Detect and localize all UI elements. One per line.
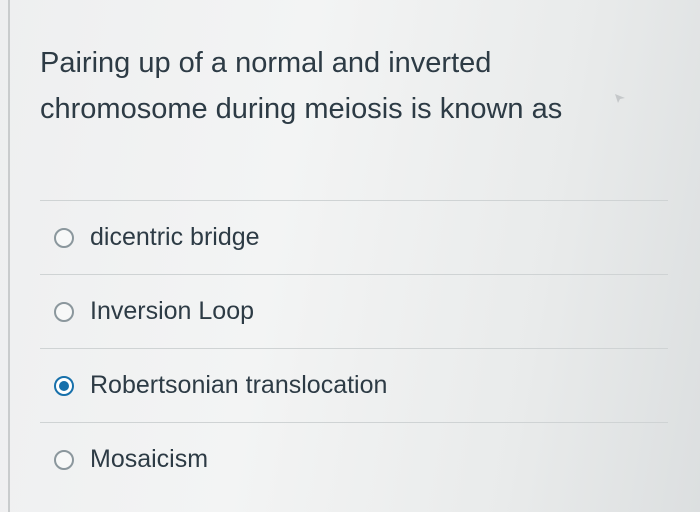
radio-button-selected[interactable] <box>54 375 74 396</box>
question-text: Pairing up of a normal and inverted chro… <box>40 40 620 132</box>
answer-label[interactable]: dicentric bridge <box>90 223 260 252</box>
answer-label[interactable]: Robertsonian translocation <box>90 371 387 400</box>
answer-option-dicentric-bridge[interactable]: dicentric bridge <box>40 201 668 274</box>
radio-button[interactable] <box>54 301 74 322</box>
cursor-pointer-icon <box>615 94 625 103</box>
answer-option-robertsonian-translocation[interactable]: Robertsonian translocation <box>40 349 668 422</box>
answer-label[interactable]: Mosaicism <box>90 445 208 474</box>
radio-button[interactable] <box>54 449 74 470</box>
answer-option-mosaicism[interactable]: Mosaicism <box>40 423 668 496</box>
question-line-1: Pairing up of a normal and inverted <box>40 47 492 79</box>
answer-list: dicentric bridge Inversion Loop Robertso… <box>40 200 668 496</box>
answer-label[interactable]: Inversion Loop <box>90 297 254 326</box>
question-line-2: chromosome during meiosis is known as <box>40 93 563 125</box>
quiz-question-page: Pairing up of a normal and inverted chro… <box>0 0 700 512</box>
answer-option-inversion-loop[interactable]: Inversion Loop <box>40 275 668 348</box>
radio-button[interactable] <box>54 227 74 248</box>
panel-edge <box>8 0 10 512</box>
